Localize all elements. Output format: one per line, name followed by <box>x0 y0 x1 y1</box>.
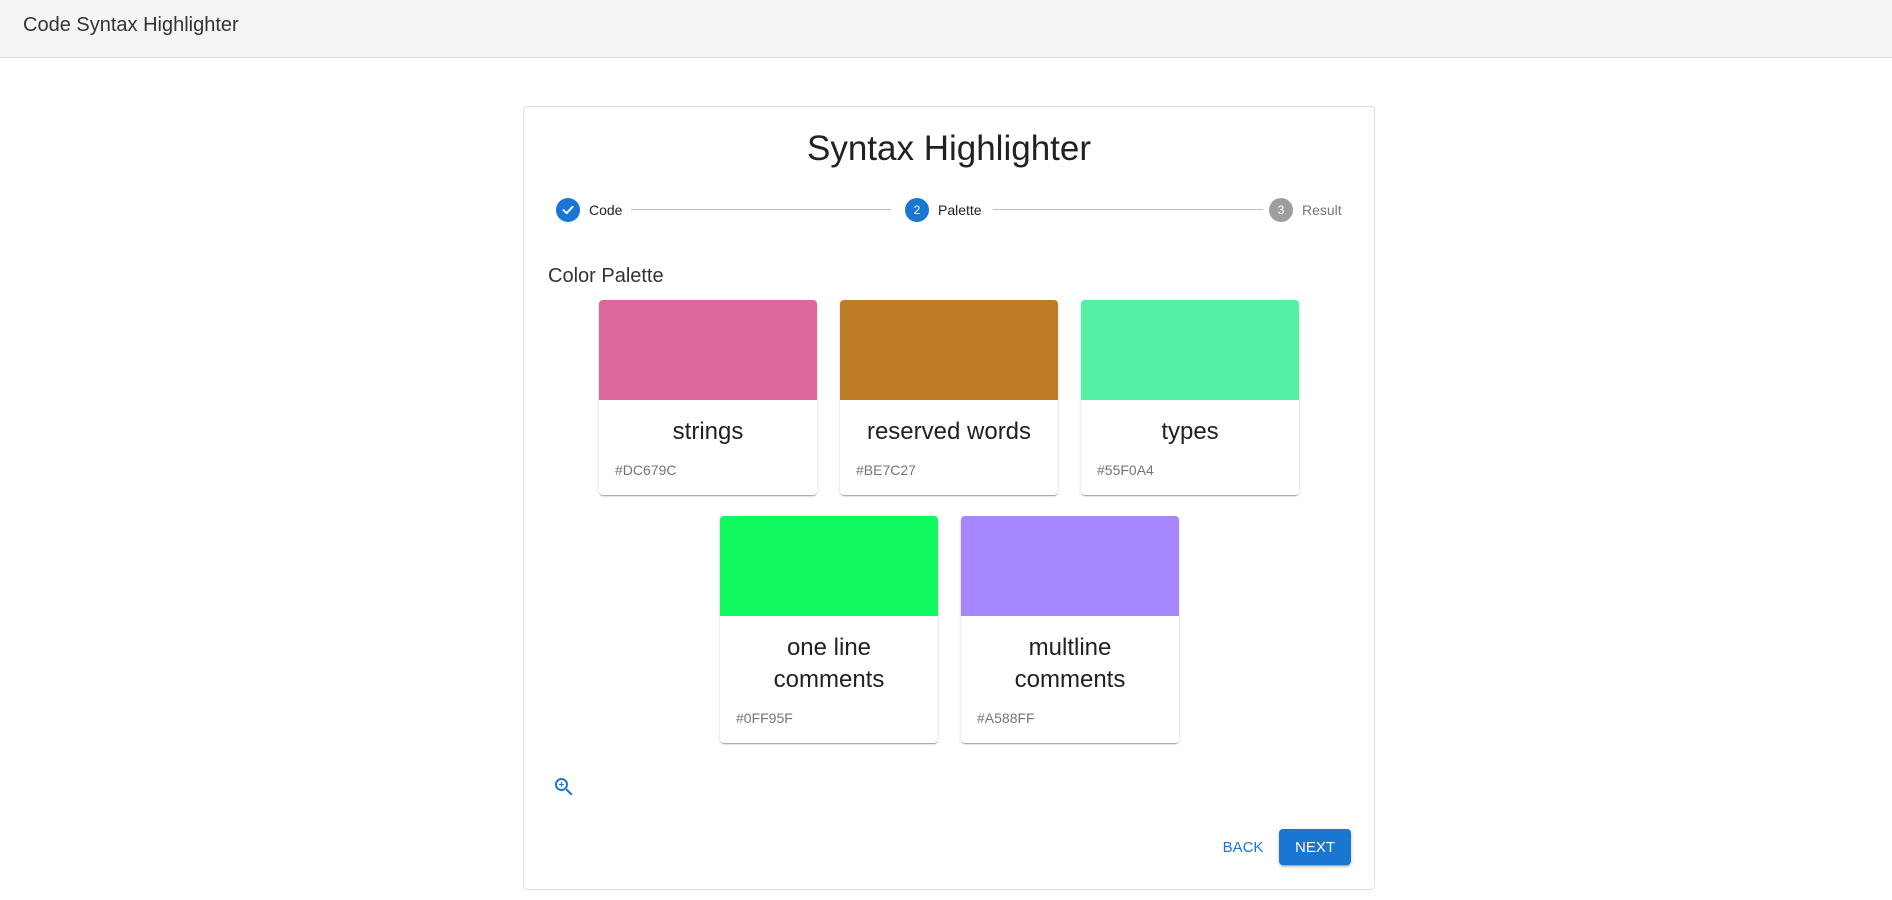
step-number: 3 <box>1269 198 1293 222</box>
step-connector <box>993 209 1263 210</box>
step-label: Result <box>1302 202 1342 218</box>
palette-heading: Color Palette <box>548 265 664 287</box>
color-card-strings[interactable]: strings #DC679C <box>599 300 817 495</box>
color-name: one line comments <box>773 634 885 693</box>
step-code[interactable]: Code <box>556 198 622 222</box>
color-name: reserved words <box>866 418 1032 445</box>
color-card-one-line-comments[interactable]: one line comments #0FF95F <box>720 516 938 743</box>
step-number: 2 <box>905 198 929 222</box>
color-swatch <box>961 516 1179 616</box>
color-swatch <box>720 516 938 616</box>
step-label: Palette <box>938 202 982 218</box>
zoom-in-icon[interactable] <box>552 775 576 799</box>
color-swatch <box>1081 300 1299 400</box>
back-button[interactable]: BACK <box>1215 829 1271 865</box>
color-hex: #55F0A4 <box>1097 462 1154 478</box>
color-hex: #0FF95F <box>736 710 793 726</box>
step-result[interactable]: 3 Result <box>1269 198 1342 222</box>
app-bar: Code Syntax Highlighter <box>0 0 1892 58</box>
panel-title: Syntax Highlighter <box>806 129 1092 168</box>
step-connector <box>631 209 891 210</box>
color-name: strings <box>672 418 744 445</box>
check-icon <box>556 198 580 222</box>
color-swatch <box>599 300 817 400</box>
color-hex: #A588FF <box>977 710 1035 726</box>
color-hex: #DC679C <box>615 462 677 478</box>
color-card-types[interactable]: types #55F0A4 <box>1081 300 1299 495</box>
highlighter-panel: Syntax Highlighter Code 2 Palette 3 Resu… <box>523 106 1375 890</box>
next-button[interactable]: NEXT <box>1279 829 1351 865</box>
color-name: types <box>1161 418 1219 445</box>
color-card-reserved-words[interactable]: reserved words #BE7C27 <box>840 300 1058 495</box>
color-card-multline-comments[interactable]: multline comments #A588FF <box>961 516 1179 743</box>
app-title: Code Syntax Highlighter <box>23 14 239 36</box>
color-name: multline comments <box>1014 634 1126 693</box>
color-swatch <box>840 300 1058 400</box>
step-palette[interactable]: 2 Palette <box>905 198 982 222</box>
step-label: Code <box>589 202 623 218</box>
color-hex: #BE7C27 <box>856 462 916 478</box>
